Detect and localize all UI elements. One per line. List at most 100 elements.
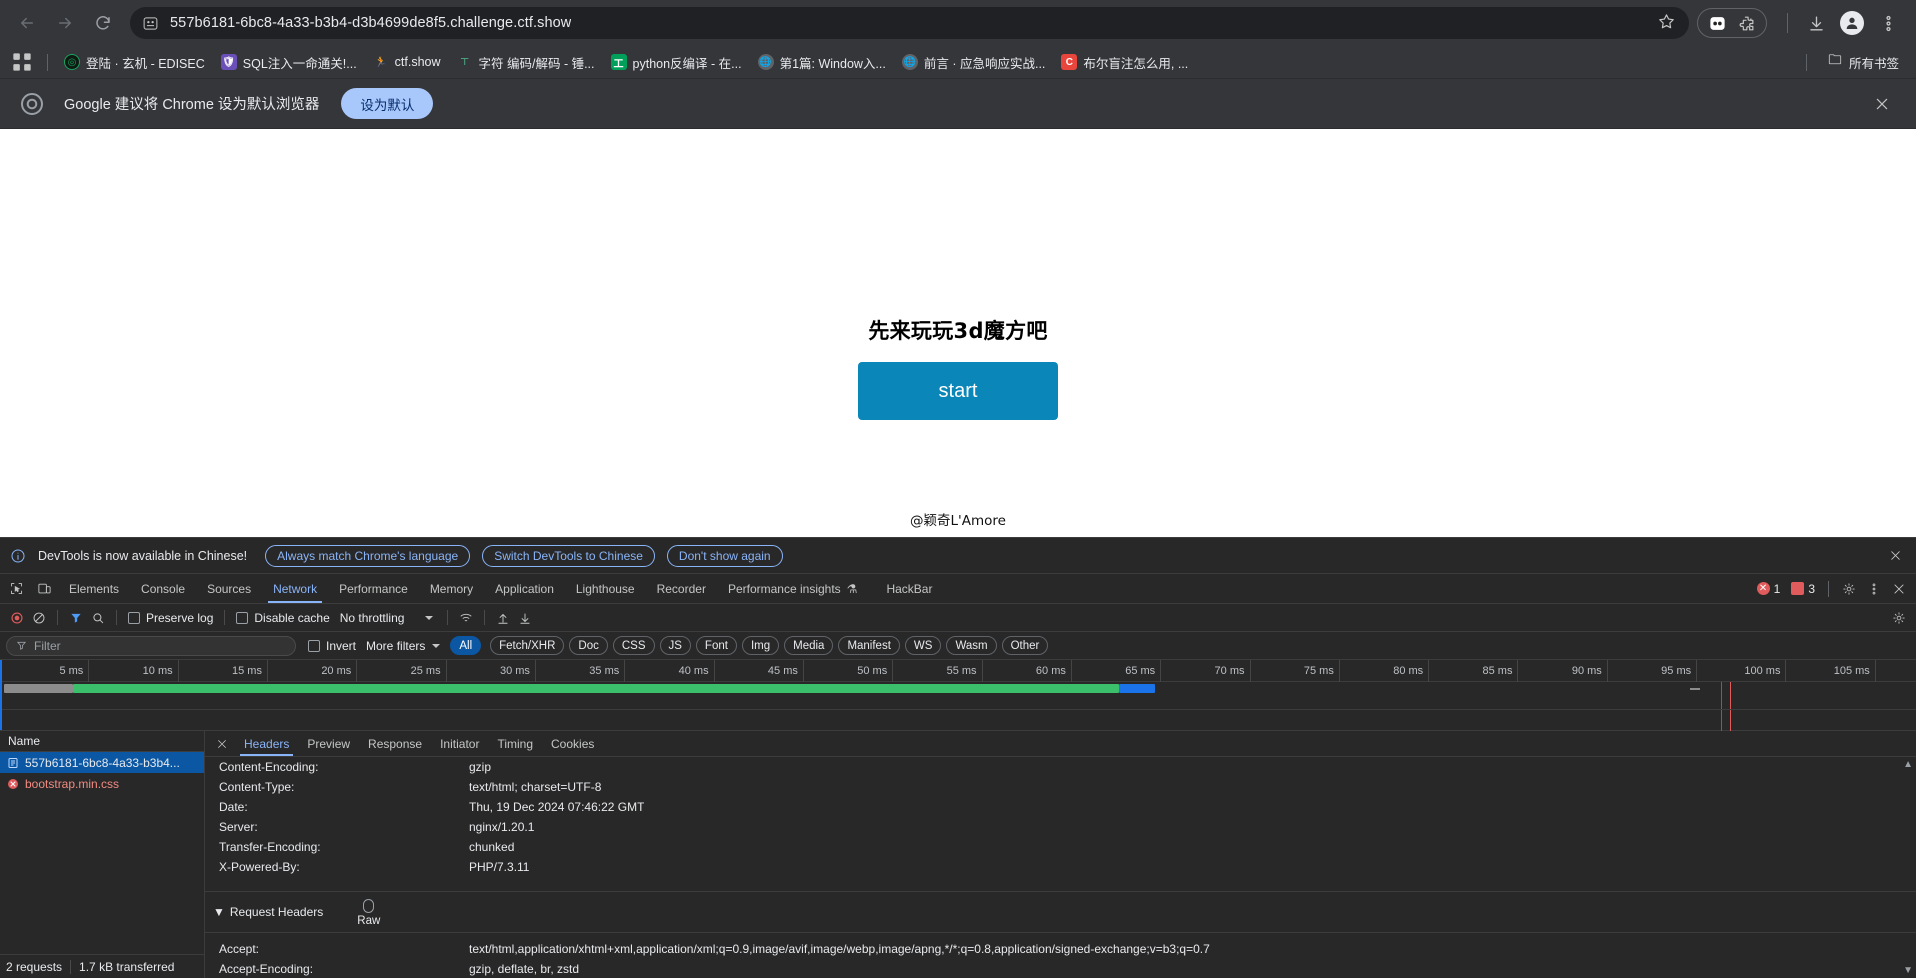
request-row-1[interactable]: bootstrap.min.css: [0, 773, 204, 794]
filter-type-fetch-xhr[interactable]: Fetch/XHR: [490, 636, 565, 655]
headers-scroll-area[interactable]: Content-Encoding: gzip Content-Type: tex…: [205, 757, 1916, 978]
tab-application[interactable]: Application: [484, 574, 565, 603]
extensions-pill[interactable]: [1697, 8, 1767, 38]
promo-close-button[interactable]: [1868, 90, 1896, 118]
record-button[interactable]: [6, 607, 28, 629]
downloads-button[interactable]: [1801, 8, 1831, 38]
preserve-log-checkbox[interactable]: Preserve log: [128, 611, 213, 625]
always-match-language-button[interactable]: Always match Chrome's language: [265, 544, 471, 567]
timeline-tick: 85 ms: [1429, 660, 1519, 682]
filter-type-css[interactable]: CSS: [612, 636, 655, 655]
device-toolbar-button[interactable]: [30, 574, 58, 603]
warning-count-badge[interactable]: 3: [1787, 582, 1819, 596]
tab-performance[interactable]: Performance: [328, 574, 419, 603]
disable-cache-checkbox[interactable]: Disable cache: [236, 611, 330, 625]
export-har-button[interactable]: [514, 607, 536, 629]
tab-network[interactable]: Network: [262, 574, 328, 603]
network-conditions-button[interactable]: [455, 607, 477, 629]
devtools-settings-button[interactable]: [1838, 578, 1860, 600]
chrome-menu-button[interactable]: [1873, 8, 1903, 38]
filter-type-wasm[interactable]: Wasm: [946, 636, 997, 655]
invert-checkbox[interactable]: Invert: [308, 639, 356, 653]
tab-sources[interactable]: Sources: [196, 574, 262, 603]
forward-button[interactable]: [48, 6, 82, 40]
detail-tab-headers[interactable]: Headers: [235, 731, 298, 756]
detail-tab-timing[interactable]: Timing: [488, 731, 542, 756]
tab-performance-insights-label: Performance insights: [727, 581, 841, 596]
filter-type-other[interactable]: Other: [1001, 636, 1049, 655]
request-headers-section[interactable]: ▼ Request Headers Raw: [205, 891, 1916, 933]
reload-button[interactable]: [86, 6, 120, 40]
bookmark-star-icon[interactable]: [1657, 12, 1679, 34]
profile-button[interactable]: [1837, 8, 1867, 38]
import-har-button[interactable]: [492, 607, 514, 629]
devtools-more-button[interactable]: [1863, 578, 1885, 600]
bookmark-item-5[interactable]: 🌐 第1篇: Window入...: [750, 50, 894, 75]
toolbar-separator-2: [116, 610, 117, 625]
tab-lighthouse[interactable]: Lighthouse: [565, 574, 646, 603]
header-row: Server: nginx/1.20.1: [205, 817, 1916, 837]
filter-type-all[interactable]: All: [450, 636, 482, 655]
all-bookmarks-button[interactable]: 🗀 所有书签: [1819, 50, 1907, 75]
scroll-down-arrow[interactable]: ▼: [1903, 965, 1913, 976]
filter-type-ws[interactable]: WS: [904, 636, 942, 655]
detail-tab-preview[interactable]: Preview: [298, 731, 359, 756]
set-default-button[interactable]: 设为默认: [341, 88, 434, 119]
tampermonkey-icon[interactable]: [1708, 14, 1727, 33]
extensions-puzzle-icon[interactable]: [1737, 14, 1756, 33]
error-icon: [6, 777, 19, 790]
tab-hackbar[interactable]: HackBar: [875, 574, 943, 603]
chevron-down-icon: [432, 643, 441, 648]
bookmark-item-6[interactable]: 🌐 前言 · 应急响应实战...: [894, 50, 1054, 75]
detail-tab-response[interactable]: Response: [359, 731, 431, 756]
filter-type-js[interactable]: JS: [659, 636, 691, 655]
apps-shortcut-button[interactable]: [9, 49, 35, 75]
error-count-badge[interactable]: ✕ 1: [1753, 582, 1785, 596]
bookmark-item-2[interactable]: 🏃 ctf.show: [365, 50, 449, 75]
bookmark-item-1[interactable]: 🛡 SQL注入一命通关!...: [213, 50, 365, 75]
switch-to-chinese-button[interactable]: Switch DevTools to Chinese: [482, 544, 655, 567]
filter-type-manifest[interactable]: Manifest: [838, 636, 900, 655]
dont-show-again-button[interactable]: Don't show again: [666, 544, 783, 567]
address-bar[interactable]: 557b6181-6bc8-4a33-b3b4-d3b4699de8f5.cha…: [130, 7, 1689, 39]
detail-tab-initiator[interactable]: Initiator: [431, 731, 488, 756]
timeline-bar-css-request: [1118, 684, 1156, 693]
banner-close-button[interactable]: [1884, 545, 1906, 567]
tab-memory[interactable]: Memory: [419, 574, 484, 603]
network-settings-button[interactable]: [1888, 607, 1910, 629]
timeline-ruler: 5 ms 10 ms 15 ms 20 ms 25 ms 30 ms 35 ms 40 ms 4…: [0, 660, 1916, 682]
inspect-element-button[interactable]: [2, 574, 30, 603]
tab-performance-insights[interactable]: Performance insights ⚗: [717, 574, 861, 603]
detail-tab-cookies[interactable]: Cookies: [542, 731, 603, 756]
start-button[interactable]: start: [858, 362, 1058, 420]
back-button[interactable]: [10, 6, 44, 40]
header-value: gzip, deflate, br, zstd: [469, 962, 580, 976]
request-name: bootstrap.min.css: [25, 776, 120, 791]
clear-button[interactable]: [28, 607, 50, 629]
header-key: Accept:: [219, 942, 260, 956]
filter-type-img[interactable]: Img: [741, 636, 780, 655]
filter-type-font[interactable]: Font: [695, 636, 737, 655]
bookmark-item-3[interactable]: ⊤ 字符 编码/解码 - 锤...: [449, 50, 603, 75]
filter-toggle-button[interactable]: [65, 607, 87, 629]
devtools-close-button[interactable]: [1888, 578, 1910, 600]
bookmark-item-4[interactable]: 工 python反编译 - 在...: [603, 50, 750, 75]
throttling-select[interactable]: No throttling: [340, 611, 434, 625]
site-settings-icon[interactable]: [142, 15, 159, 32]
reload-icon: [96, 16, 110, 30]
raw-toggle[interactable]: Raw: [357, 897, 380, 927]
filter-input[interactable]: Filter: [6, 635, 296, 656]
tab-recorder[interactable]: Recorder: [646, 574, 717, 603]
tab-console[interactable]: Console: [130, 574, 196, 603]
bookmark-item-7[interactable]: C 布尔盲注怎么用, ...: [1053, 50, 1196, 75]
tab-elements[interactable]: Elements: [58, 574, 130, 603]
scroll-up-arrow[interactable]: ▲: [1903, 759, 1913, 770]
network-timeline[interactable]: 5 ms 10 ms 15 ms 20 ms 25 ms 30 ms 35 ms 40 ms 4…: [0, 660, 1916, 731]
detail-close-button[interactable]: [209, 731, 235, 756]
more-filters-select[interactable]: More filters: [366, 639, 441, 653]
request-row-0[interactable]: 557b6181-6bc8-4a33-b3b4...: [0, 752, 204, 773]
bookmark-item-0[interactable]: ◎ 登陆 · 玄机 - EDISEC: [56, 50, 213, 75]
filter-type-media[interactable]: Media: [784, 636, 834, 655]
filter-type-doc[interactable]: Doc: [569, 636, 608, 655]
search-button[interactable]: [87, 607, 109, 629]
